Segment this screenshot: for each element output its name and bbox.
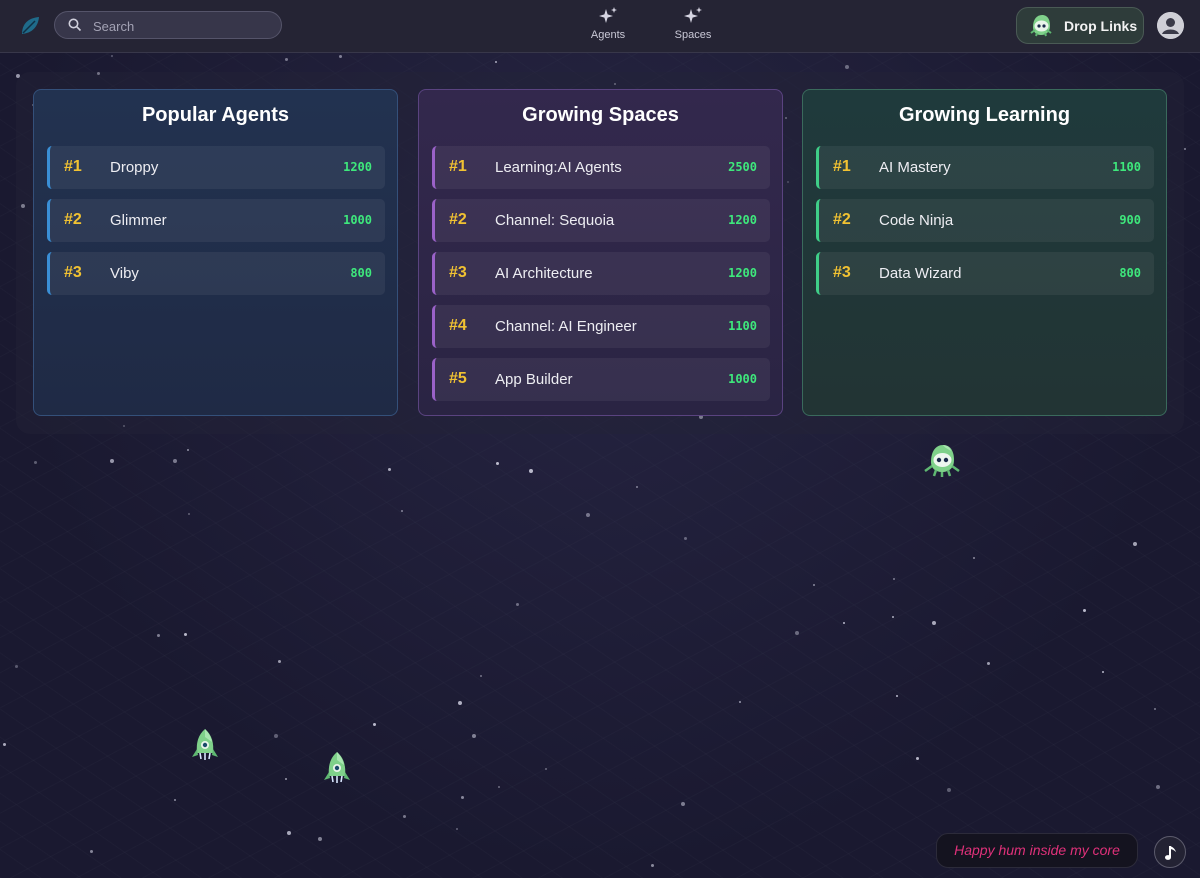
item-name: Learning:AI Agents [495,159,622,176]
item-name: Glimmer [110,212,167,229]
list-item[interactable]: #3 Viby 800 [47,252,385,295]
list-item[interactable]: #1 AI Mastery 1100 [816,146,1154,189]
sparkles-icon [684,7,702,23]
list-item[interactable]: #2 Glimmer 1000 [47,199,385,242]
list-item[interactable]: #1 Droppy 1200 [47,146,385,189]
search-icon [68,18,82,32]
nav-spaces[interactable]: Spaces [663,5,723,41]
nav-spaces-label: Spaces [674,29,712,41]
item-name: Channel: AI Engineer [495,318,637,335]
item-score: 1000 [728,372,757,386]
popular-agents-card: Popular Agents #1 Droppy 1200 #2 Glimmer… [33,89,398,416]
list-item[interactable]: #5 App Builder 1000 [432,358,770,401]
user-avatar[interactable] [1157,12,1184,39]
rank-label: #2 [64,211,82,228]
rank-label: #1 [833,158,851,175]
user-icon [1157,12,1184,39]
growing-learning-list: #1 AI Mastery 1100 #2 Code Ninja 900 #3 … [816,146,1154,305]
item-score: 1200 [728,266,757,280]
rank-label: #2 [449,211,467,228]
list-item[interactable]: #3 Data Wizard 800 [816,252,1154,295]
item-score: 1000 [343,213,372,227]
card-title: Growing Spaces [522,104,679,126]
item-name: Code Ninja [879,212,954,229]
music-toggle-button[interactable] [1154,836,1186,868]
nav-agents[interactable]: Agents [578,5,638,41]
card-title: Popular Agents [141,104,290,126]
sparkles-icon [599,7,617,23]
list-item[interactable]: #2 Code Ninja 900 [816,199,1154,242]
list-item[interactable]: #1 Learning:AI Agents 2500 [432,146,770,189]
item-score: 1200 [728,213,757,227]
item-score: 1200 [343,160,372,174]
rank-label: #2 [833,211,851,228]
item-name: App Builder [495,371,573,388]
popular-agents-list: #1 Droppy 1200 #2 Glimmer 1000 #3 Viby 8… [47,146,385,305]
search-bar[interactable] [54,11,282,39]
rank-label: #1 [64,158,82,175]
top-navigation-bar: Agents Spaces Drop Links [0,0,1200,53]
robot-mascot-icon [1030,15,1052,37]
rank-label: #3 [64,264,82,281]
item-name: Droppy [110,159,159,176]
item-score: 800 [350,266,372,280]
item-name: Channel: Sequoia [495,212,615,229]
item-score: 2500 [728,160,757,174]
rank-label: #1 [449,158,467,175]
rank-label: #3 [449,264,467,281]
rocket-mascot-icon[interactable] [190,727,220,761]
item-name: Data Wizard [879,265,962,282]
item-score: 900 [1119,213,1141,227]
rank-label: #3 [833,264,851,281]
item-score: 1100 [1112,160,1141,174]
rank-label: #5 [449,370,467,387]
drop-links-label: Drop Links [1064,18,1138,34]
growing-spaces-list: #1 Learning:AI Agents 2500 #2 Channel: S… [432,146,770,411]
rocket-mascot-icon[interactable] [322,750,352,784]
music-note-icon [1165,846,1176,860]
item-name: AI Mastery [879,159,951,176]
list-item[interactable]: #4 Channel: AI Engineer 1100 [432,305,770,348]
robot-mascot-icon[interactable] [922,442,962,478]
item-name: Viby [110,265,139,282]
search-input[interactable] [91,15,275,37]
growing-spaces-card: Growing Spaces #1 Learning:AI Agents 250… [418,89,783,416]
item-score: 800 [1119,266,1141,280]
mascot-speech-bubble: Happy hum inside my core [936,833,1138,868]
list-item[interactable]: #3 AI Architecture 1200 [432,252,770,295]
list-item[interactable]: #2 Channel: Sequoia 1200 [432,199,770,242]
card-title: Growing Learning [898,104,1071,126]
item-name: AI Architecture [495,265,593,282]
item-score: 1100 [728,319,757,333]
drop-links-button[interactable]: Drop Links [1016,7,1144,44]
rank-label: #4 [449,317,467,334]
leaf-logo-icon[interactable] [18,14,42,38]
nav-agents-label: Agents [590,29,626,41]
growing-learning-card: Growing Learning #1 AI Mastery 1100 #2 C… [802,89,1167,416]
